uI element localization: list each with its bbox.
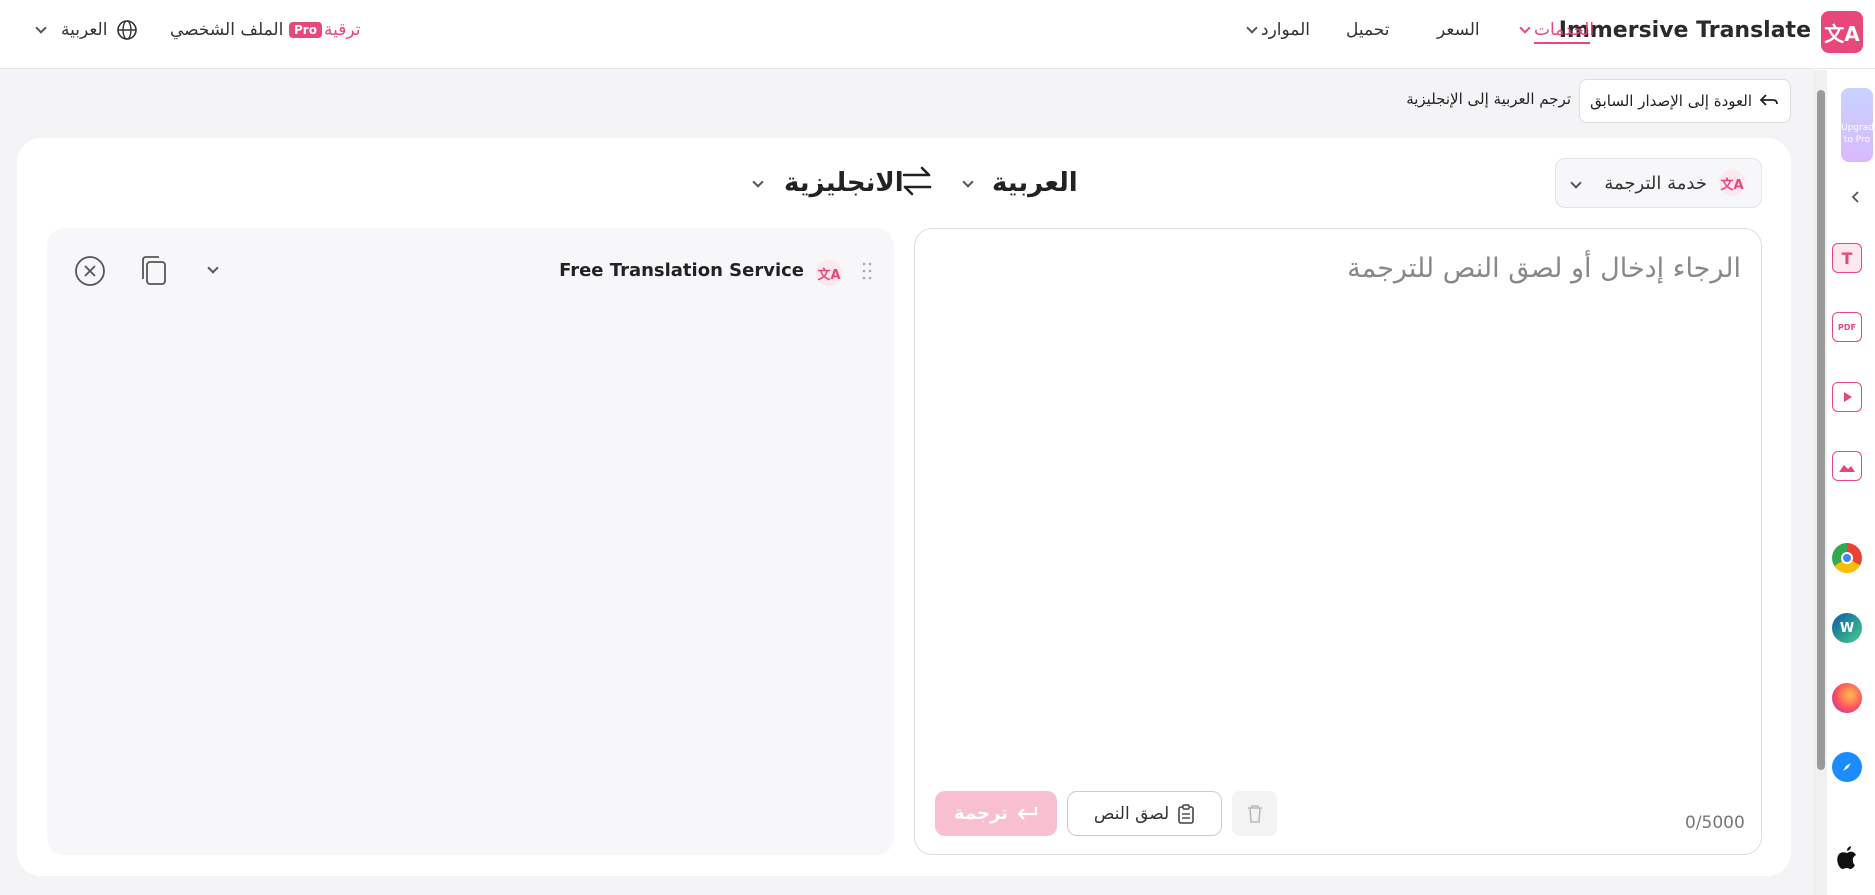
globe-icon[interactable] — [116, 19, 138, 41]
copy-icon[interactable] — [139, 255, 169, 287]
firefox-icon[interactable] — [1832, 683, 1862, 713]
translation-service-select[interactable]: خدمة الترجمة 文A — [1555, 158, 1762, 208]
pro-badge: Pro — [289, 22, 322, 38]
output-options-chevron-down-icon[interactable] — [207, 262, 219, 274]
translate-button[interactable]: ترجمة — [935, 791, 1057, 836]
video-translate-icon[interactable] — [1832, 382, 1862, 412]
enter-arrow-icon — [1017, 806, 1038, 820]
close-icon[interactable] — [74, 255, 106, 287]
source-language-select[interactable]: العربية — [992, 168, 1078, 198]
nav-resources[interactable]: الموارد — [1261, 20, 1310, 40]
output-service-logo-icon: 文A — [816, 260, 842, 286]
service-logo-icon: 文A — [1719, 170, 1745, 196]
safari-icon[interactable] — [1832, 752, 1862, 782]
source-text-input[interactable]: الرجاء إدخال أو لصق النص للترجمة — [1347, 253, 1741, 284]
language-select[interactable]: العربية — [61, 20, 107, 40]
service-select-label: خدمة الترجمة — [1604, 172, 1707, 194]
nav-services[interactable]: الخدمات — [1534, 20, 1594, 40]
nav-active-underline — [1534, 42, 1590, 44]
upgrade-link[interactable]: ترقية — [324, 20, 360, 40]
page-subtitle: ترجم العربية إلى الإنجليزية — [1406, 90, 1571, 108]
text-translate-tool-icon[interactable]: T — [1832, 243, 1862, 273]
translation-output-panel: Free Translation Service 文A — [47, 228, 894, 855]
collapse-chevron-left-icon[interactable] — [1849, 190, 1863, 204]
apple-icon[interactable] — [1832, 842, 1862, 872]
image-translate-icon[interactable] — [1832, 451, 1862, 481]
chrome-icon[interactable] — [1832, 543, 1862, 573]
translate-button-label: ترجمة — [954, 803, 1008, 824]
scrollbar-thumb[interactable] — [1817, 90, 1825, 770]
drag-handle-icon[interactable] — [862, 262, 872, 280]
edge-icon[interactable]: W — [1832, 613, 1862, 643]
brand-name[interactable]: Immersive Translate — [1559, 18, 1811, 43]
clear-text-button[interactable] — [1232, 791, 1277, 836]
trash-icon — [1247, 804, 1262, 823]
character-counter: 0/5000 — [1685, 813, 1745, 833]
target-language-select[interactable]: الانجليزية — [784, 168, 904, 198]
brand-logo-icon[interactable]: 文A — [1821, 11, 1863, 53]
back-button-label: العودة إلى الإصدار السابق — [1590, 92, 1752, 110]
source-text-panel[interactable]: الرجاء إدخال أو لصق النص للترجمة 0/5000 … — [914, 228, 1762, 855]
upgrade-to-pro-tab[interactable]: Upgrade to Pro — [1841, 88, 1873, 162]
output-service-name: Free Translation Service — [559, 260, 804, 281]
nav-download[interactable]: تحميل — [1346, 20, 1390, 40]
back-arrow-icon — [1760, 94, 1778, 106]
back-to-previous-version-button[interactable]: العودة إلى الإصدار السابق — [1579, 79, 1791, 123]
clipboard-icon — [1178, 803, 1194, 824]
paste-button-label: لصق النص — [1093, 803, 1170, 824]
service-chevron-down-icon — [1570, 177, 1582, 189]
nav-price[interactable]: السعر — [1437, 20, 1480, 40]
pdf-translate-icon[interactable]: PDF — [1832, 312, 1862, 342]
profile-link[interactable]: الملف الشخصي — [170, 20, 283, 40]
swap-languages-icon[interactable] — [900, 164, 934, 198]
paste-text-button[interactable]: لصق النص — [1067, 791, 1222, 836]
